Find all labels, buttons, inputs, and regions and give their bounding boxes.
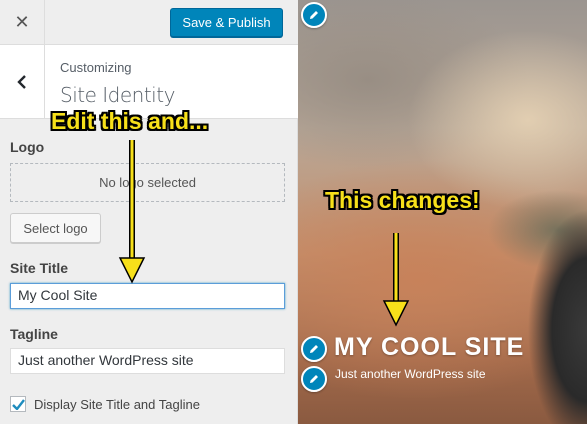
checkmark-icon [11,398,25,410]
logo-label: Logo [10,139,45,155]
site-title-label: Site Title [10,260,69,276]
tagline-input[interactable]: Just another WordPress site [10,348,285,374]
down-arrow-icon [382,233,410,327]
section-title: Site Identity [60,83,175,107]
down-arrow-icon [118,140,146,284]
tagline-label: Tagline [10,326,58,342]
select-logo-button[interactable]: Select logo [10,213,101,243]
pencil-icon [310,11,318,19]
preview-site-title[interactable]: MY COOL SITE [334,333,524,362]
logo-placeholder[interactable]: No logo selected [10,163,285,202]
display-title-label: Display Site Title and Tagline [34,397,200,412]
logo-placeholder-text: No logo selected [99,175,196,190]
edit-shortcut-site-title[interactable] [301,336,327,362]
edit-shortcut-tagline[interactable] [301,366,327,392]
back-button[interactable] [0,45,45,118]
close-button[interactable]: ✕ [0,0,45,45]
annotation-edit: Edit this and... [51,108,209,134]
pencil-icon [310,345,318,353]
close-icon: ✕ [14,12,30,32]
display-title-checkbox[interactable] [10,396,26,412]
pencil-icon [310,375,318,383]
customizer-sidebar: ✕ Save & Publish Customizing Site Identi… [0,0,298,424]
save-publish-button[interactable]: Save & Publish [170,8,283,37]
customizing-label: Customizing [60,60,132,75]
site-title-input[interactable]: My Cool Site [10,283,285,309]
preview-site-tagline: Just another WordPress site [335,367,486,381]
customizer-header: ✕ Save & Publish [0,0,298,45]
annotation-changes: This changes! [325,187,480,213]
back-chevron-icon [17,74,26,89]
edit-shortcut-header[interactable] [301,2,327,28]
